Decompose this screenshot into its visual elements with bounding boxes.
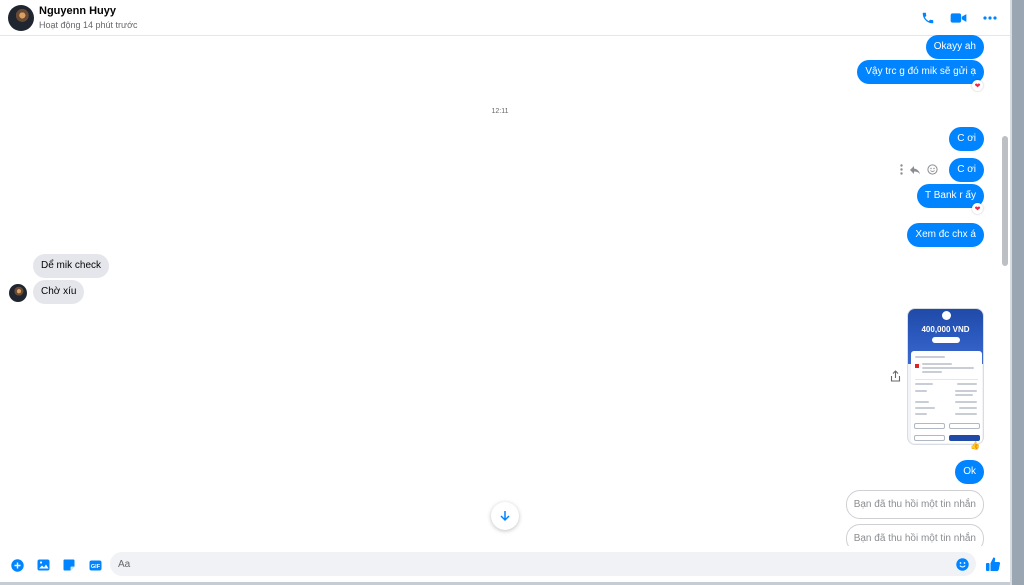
receipt-amount: 400,000 VND (921, 325, 970, 334)
composer: GIF (0, 546, 1010, 585)
thumb-reaction[interactable]: 👍 (970, 441, 980, 450)
message-incoming[interactable]: Chờ xíu (33, 280, 85, 304)
scrollbar-thumb[interactable] (1002, 136, 1008, 266)
message-actions (900, 162, 938, 180)
phone-icon[interactable] (919, 9, 936, 26)
gif-label: GIF (90, 563, 100, 569)
scrollbar[interactable] (1000, 36, 1010, 546)
share-icon[interactable] (890, 369, 901, 387)
react-icon[interactable] (927, 162, 938, 180)
plus-icon[interactable] (10, 558, 24, 572)
contact-name[interactable]: Nguyenn Huyy (39, 5, 138, 18)
message-outgoing[interactable]: Ok (955, 460, 984, 484)
sticker-icon[interactable] (62, 558, 76, 572)
messenger-window: Nguyenn Huyy Hoạt động 14 phút trước Oka… (0, 0, 1024, 585)
heart-reaction[interactable]: ❤ (972, 80, 983, 91)
gif-icon[interactable]: GIF (88, 558, 102, 572)
active-status: Hoạt động 14 phút trước (39, 19, 138, 30)
like-icon[interactable] (985, 556, 1001, 572)
image-icon[interactable] (36, 558, 50, 572)
message-outgoing[interactable]: C ơi (949, 127, 984, 151)
scroll-down-button[interactable] (491, 502, 519, 530)
message-outgoing[interactable]: Xem đc chx á (907, 223, 984, 247)
composer-actions: GIF (10, 558, 102, 572)
receipt-details (911, 351, 982, 443)
receipt-image[interactable]: 400,000 VND (907, 308, 984, 445)
message-input[interactable] (110, 552, 976, 576)
reply-icon[interactable] (909, 162, 921, 180)
contact-info[interactable]: Nguyenn Huyy Hoạt động 14 phút trước (39, 5, 138, 30)
check-icon (942, 311, 951, 320)
message-outgoing[interactable]: Okayy ah (925, 35, 984, 59)
more-options-icon[interactable] (900, 162, 903, 180)
message-incoming[interactable]: Dể mik check (33, 254, 110, 278)
more-icon[interactable] (981, 9, 998, 26)
receipt-pill (932, 337, 960, 343)
window-edge (1010, 0, 1024, 585)
avatar[interactable] (9, 284, 27, 302)
scroll-down-icon (500, 511, 510, 522)
emoji-icon[interactable] (956, 558, 969, 571)
chat-header: Nguyenn Huyy Hoạt động 14 phút trước (0, 0, 1010, 36)
heart-reaction[interactable]: ❤ (972, 203, 983, 214)
timestamp-separator: 12:11 (491, 108, 509, 115)
video-call-icon[interactable] (950, 9, 967, 26)
unsent-message[interactable]: Bạn đã thu hồi một tin nhắn (845, 490, 984, 519)
message-outgoing[interactable]: Vậy trc g đó mik sẽ gửi ạ (857, 60, 984, 84)
message-outgoing[interactable]: C ơi (949, 158, 984, 182)
header-actions (919, 9, 998, 26)
avatar[interactable] (8, 4, 34, 31)
